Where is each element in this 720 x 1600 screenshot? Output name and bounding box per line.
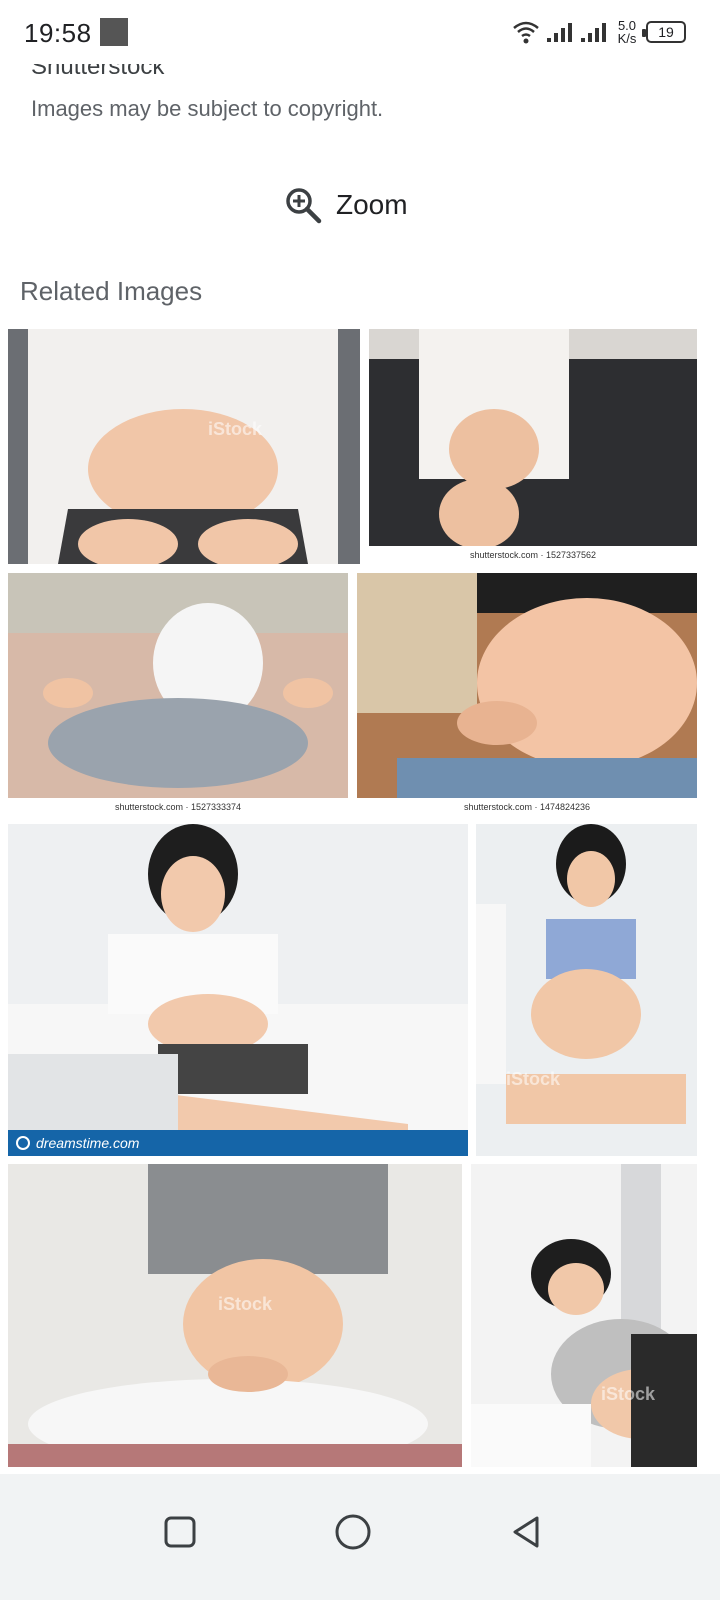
recents-button[interactable] [150,1502,210,1562]
copyright-notice: Images may be subject to copyright. [31,96,384,121]
zoom-label: Zoom [336,189,408,220]
triangle-back-icon [513,1516,539,1548]
status-icons: 5.0 K/s 19 [512,16,686,48]
image-watermark: iStock [506,1069,561,1089]
signal-icon-1 [547,23,572,42]
status-time: 19:58 [24,18,92,48]
related-image-4[interactable]: shutterstock.com · 1474824236 [357,573,697,816]
back-button[interactable] [496,1502,556,1562]
image-watermark: iStock [218,1294,273,1314]
related-image-1[interactable]: iStock [8,329,360,564]
circle-icon [335,1514,371,1550]
notification-icon [100,18,128,46]
related-image-5[interactable]: dreamstime.com [8,824,468,1156]
status-bar: 19:58 5.0 K/s 19 [0,0,720,64]
image-brand: dreamstime.com [36,1135,140,1151]
image-caption: shutterstock.com · 1474824236 [357,798,697,816]
signal-icon-2 [581,23,606,42]
related-image-8[interactable]: iStock [471,1164,697,1467]
related-images-title: Related Images [20,276,203,306]
related-image-6[interactable]: iStock [476,824,697,1156]
net-speed: 5.0 K/s [617,18,637,46]
home-button[interactable] [323,1502,383,1562]
image-watermark: iStock [208,419,263,439]
system-nav-bar [0,1474,720,1600]
dreamstime-bar: dreamstime.com [8,1130,468,1156]
image-caption: shutterstock.com · 1527337562 [369,546,697,564]
image-caption: shutterstock.com · 1527333374 [8,798,348,816]
square-icon [164,1516,196,1548]
zoom-in-icon [286,188,322,224]
related-image-2[interactable]: shutterstock.com · 1527337562 [369,329,697,564]
wifi-icon [513,21,539,44]
related-image-3[interactable]: shutterstock.com · 1527333374 [8,573,348,816]
zoom-button[interactable]: Zoom [284,180,408,230]
battery-icon: 19 [642,21,686,43]
dreamstime-logo-icon [16,1136,30,1150]
related-image-7[interactable]: iStock [8,1164,462,1467]
image-watermark: iStock [601,1384,656,1404]
